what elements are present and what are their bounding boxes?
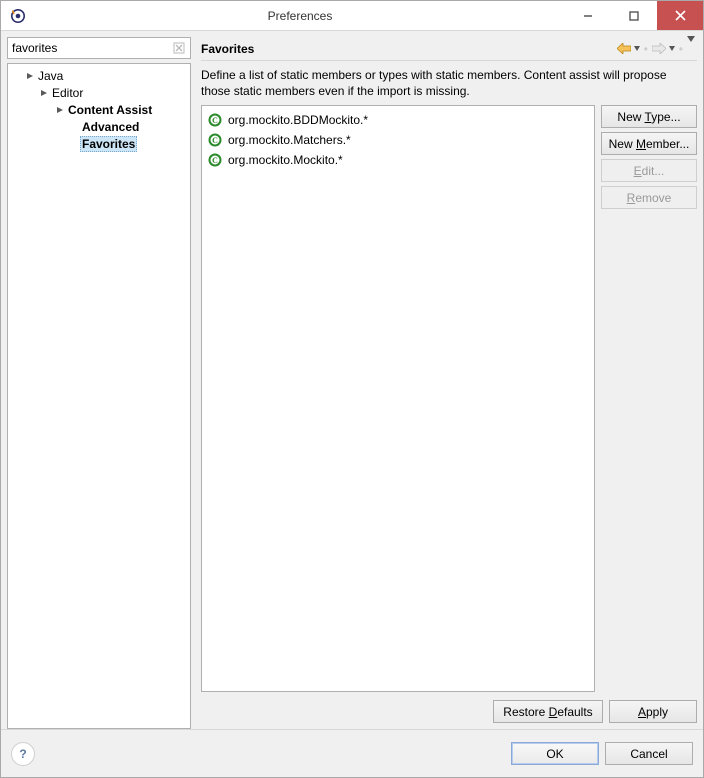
tree-item[interactable]: Content Assist <box>10 102 188 119</box>
window-title: Preferences <box>35 9 565 23</box>
class-icon: C <box>208 133 222 147</box>
filter-input[interactable] <box>7 37 191 59</box>
titlebar: Preferences <box>1 1 703 31</box>
window-buttons <box>565 1 703 30</box>
list-item[interactable]: Corg.mockito.Mockito.* <box>206 150 590 170</box>
section-title: Favorites <box>201 42 617 56</box>
forward-button[interactable] <box>652 43 675 54</box>
close-button[interactable] <box>657 1 703 30</box>
menu-icon[interactable] <box>687 42 695 56</box>
class-icon: C <box>208 153 222 167</box>
cancel-button[interactable]: Cancel <box>605 742 693 765</box>
help-icon[interactable]: ? <box>11 742 35 766</box>
tree-item[interactable]: Favorites <box>10 136 188 153</box>
restore-defaults-button[interactable]: Restore Defaults <box>493 700 603 723</box>
expand-icon[interactable] <box>54 106 66 114</box>
svg-text:C: C <box>212 136 218 145</box>
preferences-window: Preferences <box>0 0 704 778</box>
left-pane: Java Editor Content Assist Advanced Favorite… <box>7 37 191 729</box>
list-item-label: org.mockito.Mockito.* <box>228 151 343 169</box>
ok-button[interactable]: OK <box>511 742 599 765</box>
remove-button: Remove <box>601 186 697 209</box>
expand-icon[interactable] <box>38 89 50 97</box>
svg-text:C: C <box>212 156 218 165</box>
tree-item[interactable]: Advanced <box>10 119 188 136</box>
svg-text:C: C <box>212 116 218 125</box>
expand-icon[interactable] <box>24 72 36 80</box>
apply-button[interactable]: Apply <box>609 700 697 723</box>
class-icon: C <box>208 113 222 127</box>
section-description: Define a list of static members or types… <box>201 67 697 99</box>
nav-icons: • • <box>617 42 697 56</box>
tree-item[interactable]: Java <box>10 68 188 85</box>
list-item[interactable]: Corg.mockito.BDDMockito.* <box>206 110 590 130</box>
right-pane: Favorites • • Define a list of static me… <box>191 37 697 729</box>
tree-item-label: Advanced <box>80 120 141 134</box>
tree-item-label: Favorites <box>80 136 137 152</box>
category-tree[interactable]: Java Editor Content Assist Advanced Favorite… <box>7 63 191 729</box>
minimize-button[interactable] <box>565 1 611 30</box>
list-item-label: org.mockito.BDDMockito.* <box>228 111 368 129</box>
new-member-button[interactable]: New Member... <box>601 132 697 155</box>
tree-item[interactable]: Editor <box>10 85 188 102</box>
list-item[interactable]: Corg.mockito.Matchers.* <box>206 130 590 150</box>
edit-button: Edit... <box>601 159 697 182</box>
tree-item-label: Content Assist <box>66 103 154 117</box>
footer: ? OK Cancel <box>1 729 703 777</box>
list-item-label: org.mockito.Matchers.* <box>228 131 351 149</box>
app-icon <box>1 8 35 24</box>
new-type-button[interactable]: New Type... <box>601 105 697 128</box>
tree-item-label: Editor <box>50 86 85 100</box>
tree-item-label: Java <box>36 69 65 83</box>
maximize-button[interactable] <box>611 1 657 30</box>
back-button[interactable] <box>617 43 640 54</box>
favorites-list[interactable]: Corg.mockito.BDDMockito.*Corg.mockito.Ma… <box>201 105 595 692</box>
clear-filter-icon[interactable] <box>171 40 187 56</box>
